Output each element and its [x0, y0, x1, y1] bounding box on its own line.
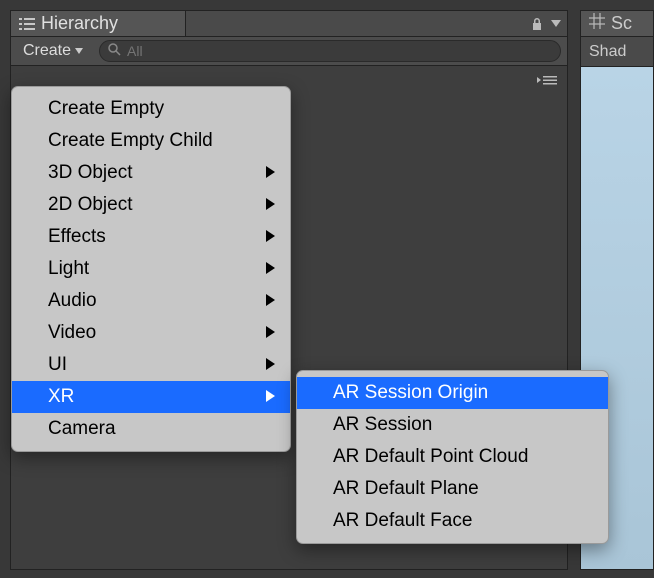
menu-item-3d-object[interactable]: 3D Object — [12, 157, 290, 189]
menu-item-label: UI — [48, 354, 67, 376]
menu-item-ui[interactable]: UI — [12, 349, 290, 381]
hierarchy-toolbar: Create — [11, 36, 567, 66]
panel-header-right — [531, 11, 561, 36]
search-input[interactable] — [127, 43, 552, 59]
panel-menu-arrow-icon[interactable] — [551, 20, 561, 28]
submenu-arrow-icon — [266, 290, 276, 312]
menu-item-video[interactable]: Video — [12, 317, 290, 349]
create-button[interactable]: Create — [17, 40, 89, 62]
hierarchy-icon — [19, 17, 35, 31]
menu-item-label: 3D Object — [48, 162, 132, 184]
search-field[interactable] — [99, 40, 561, 62]
scene-tab-icon — [589, 13, 605, 34]
scene-tab-label: Sc — [611, 13, 632, 34]
xr-submenu: AR Session Origin AR Session AR Default … — [296, 370, 609, 544]
menu-item-camera[interactable]: Camera — [12, 413, 290, 445]
menu-item-ar-default-face[interactable]: AR Default Face — [297, 505, 608, 537]
menu-item-label: 2D Object — [48, 194, 132, 216]
menu-item-effects[interactable]: Effects — [12, 221, 290, 253]
menu-item-ar-session[interactable]: AR Session — [297, 409, 608, 441]
create-context-menu: Create Empty Create Empty Child 3D Objec… — [11, 86, 291, 452]
menu-item-label: AR Session Origin — [333, 382, 488, 404]
menu-item-ar-default-plane[interactable]: AR Default Plane — [297, 473, 608, 505]
menu-item-label: Audio — [48, 290, 97, 312]
menu-item-label: Create Empty — [48, 98, 164, 120]
submenu-arrow-icon — [266, 322, 276, 344]
submenu-arrow-icon — [266, 194, 276, 216]
menu-item-label: Light — [48, 258, 89, 280]
menu-item-label: Camera — [48, 418, 116, 440]
submenu-arrow-icon — [266, 162, 276, 184]
menu-item-ar-session-origin[interactable]: AR Session Origin — [297, 377, 608, 409]
scene-toolbar: Shad — [581, 37, 653, 67]
create-button-label: Create — [23, 42, 71, 60]
menu-item-xr[interactable]: XR — [12, 381, 290, 413]
menu-item-label: AR Default Plane — [333, 478, 479, 500]
menu-item-label: AR Session — [333, 414, 432, 436]
submenu-arrow-icon — [266, 386, 276, 408]
menu-item-label: Create Empty Child — [48, 130, 213, 152]
menu-item-create-empty-child[interactable]: Create Empty Child — [12, 125, 290, 157]
submenu-arrow-icon — [266, 354, 276, 376]
menu-item-label: AR Default Face — [333, 510, 472, 532]
shaded-label[interactable]: Shad — [589, 43, 626, 61]
menu-item-label: XR — [48, 386, 74, 408]
search-icon — [108, 43, 121, 59]
menu-item-label: Effects — [48, 226, 106, 248]
scene-row-menu-icon[interactable] — [537, 73, 557, 90]
scene-tab[interactable]: Sc — [581, 11, 653, 37]
menu-item-ar-default-point-cloud[interactable]: AR Default Point Cloud — [297, 441, 608, 473]
submenu-arrow-icon — [266, 226, 276, 248]
hierarchy-tab[interactable]: Hierarchy — [10, 10, 186, 36]
menu-item-audio[interactable]: Audio — [12, 285, 290, 317]
menu-item-2d-object[interactable]: 2D Object — [12, 189, 290, 221]
menu-item-create-empty[interactable]: Create Empty — [12, 93, 290, 125]
menu-item-label: Video — [48, 322, 96, 344]
menu-item-light[interactable]: Light — [12, 253, 290, 285]
menu-item-label: AR Default Point Cloud — [333, 446, 528, 468]
submenu-arrow-icon — [266, 258, 276, 280]
lock-icon[interactable] — [531, 17, 543, 31]
hierarchy-tab-label: Hierarchy — [41, 13, 118, 34]
